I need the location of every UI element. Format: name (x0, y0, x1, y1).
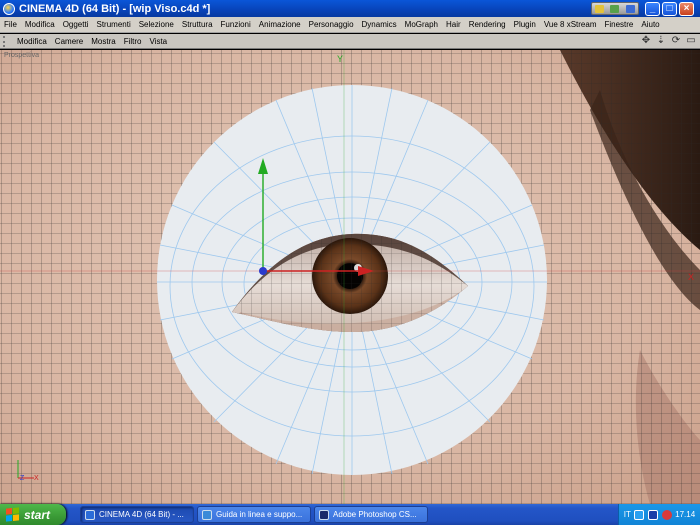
zoom-icon[interactable]: ⇣ (655, 35, 667, 47)
viewport-menu-filtro[interactable]: Filtro (120, 37, 146, 46)
quick-tray (591, 2, 639, 15)
task-list: CINEMA 4D (64 Bit) - ... Guida in linea e… (80, 506, 428, 523)
menu-funzioni[interactable]: Funzioni (217, 20, 255, 29)
taskbar-item[interactable]: Guida in linea e suppo... (197, 506, 311, 523)
menu-struttura[interactable]: Struttura (178, 20, 217, 29)
tray-folder-icon (595, 4, 605, 13)
clock: 17.14 (675, 510, 696, 519)
3d-viewport[interactable]: Y X Z X Prospettiva (0, 50, 700, 504)
media-icon[interactable] (648, 509, 659, 520)
axis-z-label: Z (20, 475, 25, 482)
window-title: CINEMA 4D (64 Bit) - [wip Viso.c4d *] (19, 2, 211, 15)
viewport-canvas[interactable]: Y X Z X (0, 50, 700, 504)
maximize-view-icon[interactable]: ▭ (685, 35, 697, 47)
network-icon[interactable] (634, 509, 645, 520)
tray-network-icon (625, 4, 635, 13)
menu-mograph[interactable]: MoGraph (401, 20, 442, 29)
axis-x-label: X (688, 272, 694, 282)
taskbar-item-label: CINEMA 4D (64 Bit) - ... (99, 510, 184, 519)
move-icon[interactable]: ✥ (640, 35, 652, 47)
photoshop-icon (319, 509, 329, 520)
axis-x-mini-label: X (34, 475, 39, 482)
taskbar: start CINEMA 4D (64 Bit) - ... Guida in l… (0, 504, 700, 525)
tray-app-icon (610, 4, 620, 13)
menu-hair[interactable]: Hair (442, 20, 465, 29)
windows-flag-icon (6, 507, 19, 522)
taskbar-item[interactable]: CINEMA 4D (64 Bit) - ... (80, 506, 194, 523)
viewport-label: Prospettiva (4, 52, 40, 59)
menu-finestre[interactable]: Finestre (600, 20, 637, 29)
menu-animazione[interactable]: Animazione (255, 20, 305, 29)
viewport-menubar: Modifica Camere Mostra Filtro Vista ✥ ⇣ ⟳ ▭ (0, 34, 700, 49)
menu-selezione[interactable]: Selezione (135, 20, 178, 29)
menu-plugin[interactable]: Plugin (510, 20, 540, 29)
maximize-button[interactable]: □ (662, 1, 677, 16)
origin-handle-icon (259, 267, 267, 275)
taskbar-item[interactable]: Adobe Photoshop CS... (314, 506, 428, 523)
language-indicator[interactable]: IT (624, 510, 631, 519)
viewport-menu-modifica[interactable]: Modifica (13, 37, 51, 46)
close-button[interactable]: × (679, 1, 694, 16)
minimize-button[interactable]: _ (645, 1, 660, 16)
main-menubar: File Modifica Oggetti Strumenti Selezione Str… (0, 17, 700, 33)
start-label: start (24, 507, 51, 522)
menu-strumenti[interactable]: Strumenti (92, 20, 134, 29)
menu-file[interactable]: File (0, 20, 21, 29)
menu-modifica[interactable]: Modifica (21, 20, 59, 29)
menu-oggetti[interactable]: Oggetti (59, 20, 93, 29)
taskbar-item-label: Guida in linea e suppo... (216, 510, 303, 519)
menu-aiuto[interactable]: Aiuto (637, 20, 663, 29)
rotate-icon[interactable]: ⟳ (670, 35, 682, 47)
cinema4d-icon (3, 2, 15, 15)
start-button[interactable]: start (0, 504, 66, 525)
security-icon[interactable] (661, 509, 672, 520)
window-titlebar[interactable]: CINEMA 4D (64 Bit) - [wip Viso.c4d *] _ … (0, 0, 700, 17)
taskbar-item-label: Adobe Photoshop CS... (333, 510, 417, 519)
menu-rendering[interactable]: Rendering (465, 20, 510, 29)
menu-vue-8-xstream[interactable]: Vue 8 xStream (540, 20, 601, 29)
axis-y-label: Y (337, 54, 343, 64)
menubar-grip[interactable] (3, 35, 9, 47)
cinema4d-icon (85, 509, 95, 520)
menu-personaggio[interactable]: Personaggio (305, 20, 358, 29)
menu-dynamics[interactable]: Dynamics (358, 20, 401, 29)
viewport-menu-vista[interactable]: Vista (145, 37, 171, 46)
viewport-menu-camere[interactable]: Camere (51, 37, 87, 46)
help-icon (202, 509, 212, 520)
viewport-menu-mostra[interactable]: Mostra (87, 37, 119, 46)
system-tray: IT 17.14 (618, 504, 700, 525)
